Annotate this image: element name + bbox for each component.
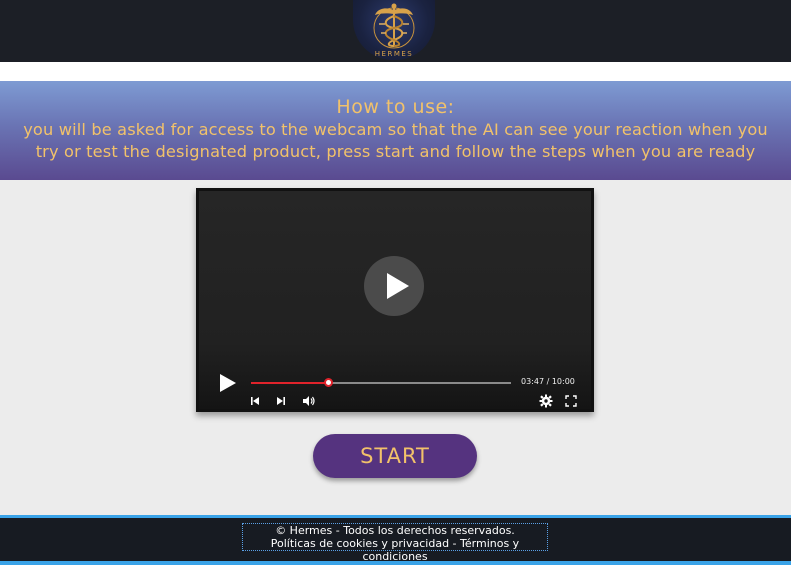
copyright-text: © Hermes - Todos los derechos reservados… bbox=[275, 524, 515, 537]
player-controls: 03:47 / 10:00 bbox=[199, 361, 591, 409]
video-player[interactable]: 03:47 / 10:00 bbox=[196, 188, 594, 412]
fullscreen-icon[interactable] bbox=[565, 395, 577, 407]
logo-text: HERMES bbox=[374, 50, 414, 58]
big-play-button[interactable] bbox=[364, 256, 424, 316]
video-screen[interactable]: 03:47 / 10:00 bbox=[199, 191, 591, 409]
footer-links: © Hermes - Todos los derechos reservados… bbox=[242, 523, 548, 563]
instructions-banner: How to use: you will be asked for access… bbox=[0, 81, 791, 180]
previous-icon[interactable] bbox=[249, 395, 261, 407]
progress-fill bbox=[251, 382, 328, 384]
progress-knob[interactable] bbox=[323, 378, 333, 387]
footer: © Hermes - Todos los derechos reservados… bbox=[0, 515, 791, 565]
play-icon[interactable] bbox=[216, 372, 238, 394]
settings-icon[interactable] bbox=[539, 394, 553, 408]
time-display: 03:47 / 10:00 bbox=[521, 377, 575, 386]
start-button[interactable]: START bbox=[313, 434, 477, 478]
header-spacer bbox=[0, 62, 791, 81]
banner-text: you will be asked for access to the webc… bbox=[23, 120, 768, 161]
volume-icon[interactable] bbox=[302, 395, 316, 407]
link-separator: - bbox=[449, 537, 461, 550]
hermes-logo[interactable]: HERMES bbox=[353, 0, 435, 60]
top-bar: HERMES bbox=[0, 0, 791, 62]
progress-bar[interactable] bbox=[251, 378, 511, 387]
banner-title: How to use: bbox=[336, 96, 455, 118]
footer-legal-line: Políticas de cookies y privacidad - Térm… bbox=[243, 537, 547, 563]
cookies-policy-link[interactable]: Políticas de cookies y privacidad bbox=[271, 537, 449, 550]
next-icon[interactable] bbox=[275, 395, 287, 407]
footer-accent-line bbox=[0, 561, 791, 565]
play-icon bbox=[387, 273, 409, 299]
